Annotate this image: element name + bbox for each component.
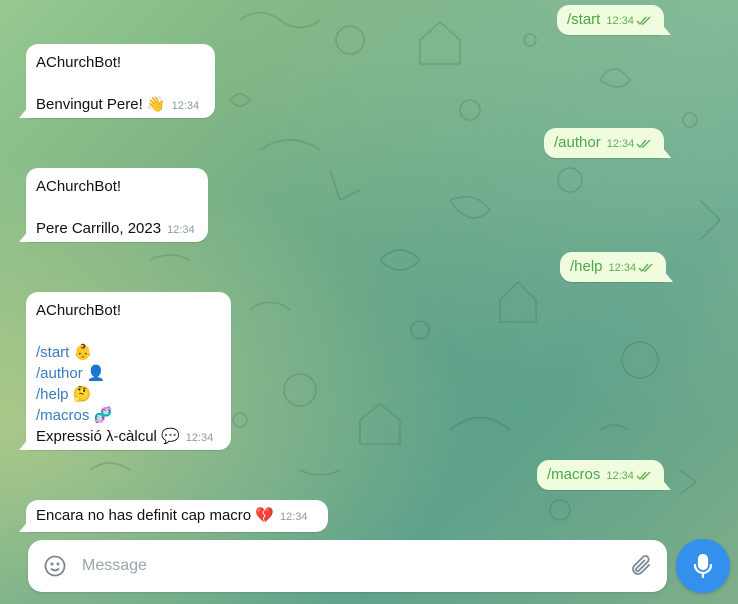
message-text: /start xyxy=(567,11,601,28)
incoming-message[interactable]: Encara no has definit cap macro 💔 12:34 xyxy=(26,500,328,532)
message-time: 12:34 xyxy=(606,138,635,150)
double-check-icon xyxy=(636,466,652,487)
incoming-message[interactable]: AChurchBot! Pere Carrillo, 2023 12:34 xyxy=(26,168,208,242)
message-text: /help xyxy=(570,258,603,275)
message-time: 12:34 xyxy=(185,432,214,444)
dna-emoji-icon: 🧬 xyxy=(93,406,113,424)
broken-heart-emoji-icon: 💔 xyxy=(255,506,274,524)
bust-emoji-icon: 👤 xyxy=(86,364,106,382)
thinking-emoji-icon: 🤔 xyxy=(72,385,92,403)
message-text: /author xyxy=(554,134,601,151)
double-check-icon xyxy=(638,258,654,279)
command-link-author[interactable]: /author xyxy=(36,365,83,382)
message-text: Pere Carrillo, 2023 xyxy=(36,220,162,237)
speech-bubble-emoji-icon: 💬 xyxy=(161,427,180,445)
outgoing-message[interactable]: /author 12:34 xyxy=(544,128,665,158)
message-text: /macros xyxy=(547,466,601,483)
incoming-message[interactable]: AChurchBot! Benvingut Pere! 👋 12:34 xyxy=(26,44,215,118)
bot-name: AChurchBot! xyxy=(36,178,122,195)
message-input[interactable] xyxy=(82,554,612,578)
message-time: 12:34 xyxy=(608,262,637,274)
bot-name: AChurchBot! xyxy=(36,54,122,71)
outgoing-message[interactable]: /help 12:34 xyxy=(560,252,667,282)
message-time: 12:34 xyxy=(171,100,200,112)
baby-emoji-icon: 👶 xyxy=(73,343,93,361)
message-time: 12:34 xyxy=(167,224,195,236)
message-text: Benvingut Pere! xyxy=(36,96,147,113)
command-link-start[interactable]: /start xyxy=(36,344,69,361)
paperclip-icon[interactable] xyxy=(629,554,653,582)
waving-hand-emoji-icon: 👋 xyxy=(146,95,166,113)
double-check-icon xyxy=(636,134,652,155)
message-time: 12:34 xyxy=(279,511,308,523)
incoming-message[interactable]: AChurchBot! /start 👶 /author 👤 /help 🤔 /… xyxy=(26,292,231,450)
message-time: 12:34 xyxy=(606,470,634,482)
message-text: Encara no has definit cap macro xyxy=(36,507,256,524)
message-text: Expressió λ-càlcul xyxy=(36,428,157,445)
message-composer xyxy=(28,540,667,592)
outgoing-message[interactable]: /macros 12:34 xyxy=(537,460,664,490)
double-check-icon xyxy=(636,11,652,32)
message-time: 12:34 xyxy=(606,15,634,27)
command-link-macros[interactable]: /macros xyxy=(36,407,89,424)
microphone-button[interactable] xyxy=(676,539,730,593)
outgoing-message[interactable]: /start 12:34 xyxy=(557,5,664,35)
bot-name: AChurchBot! xyxy=(36,302,122,319)
command-link-help[interactable]: /help xyxy=(36,386,69,403)
smile-icon[interactable] xyxy=(43,554,67,582)
